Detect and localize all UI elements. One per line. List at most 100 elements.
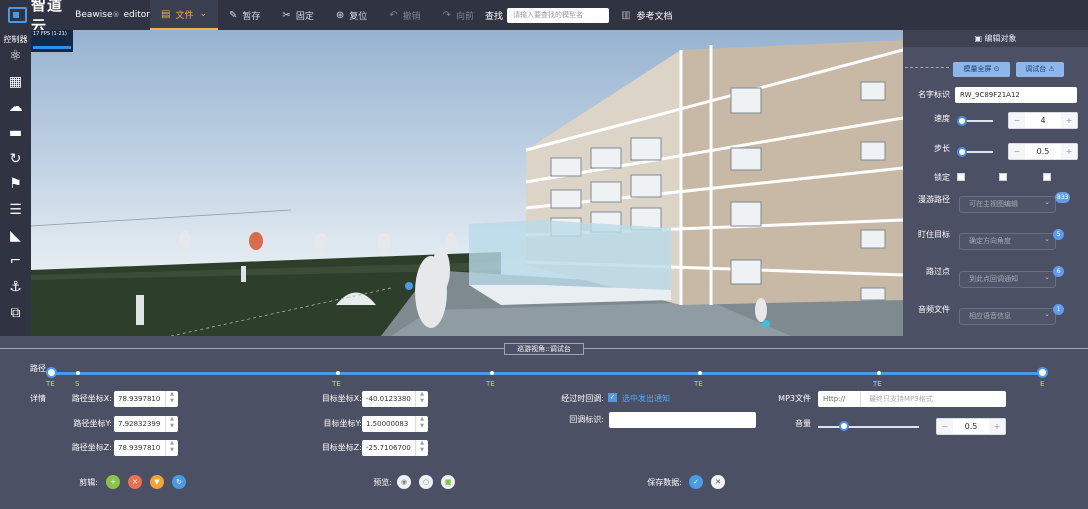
pen-icon: ✎ xyxy=(229,9,238,21)
weather-icon[interactable]: ☁ xyxy=(0,94,31,120)
debug-button[interactable]: 调试台 ⚠ xyxy=(1016,62,1064,77)
menu-redo[interactable]: ↷ 向前 xyxy=(432,0,485,30)
step-stepper[interactable]: − 0.5 + xyxy=(1008,143,1078,160)
atom-icon[interactable]: ⚛ xyxy=(0,43,31,69)
menu-undo[interactable]: ↶ 撤销 xyxy=(378,0,431,30)
menu-stash[interactable]: ✎ 暂存 xyxy=(218,0,271,30)
target-y-input[interactable]: 1.50000083 ▲ ▼ xyxy=(362,416,428,432)
path-select[interactable]: 可在主视图编辑 xyxy=(959,195,1056,213)
step-label: 步长 xyxy=(934,144,950,153)
car-icon[interactable]: ◣ xyxy=(0,223,31,249)
speed-slider-knob[interactable] xyxy=(957,116,967,126)
preview-stop-button[interactable]: ■ xyxy=(441,475,455,489)
waypoint-label: 路过点 xyxy=(926,267,950,276)
target-y-value: 1.50000083 xyxy=(366,420,409,428)
logo: 智道云 Beawise ® editor xyxy=(0,0,150,35)
checker-icon[interactable]: ▦ xyxy=(0,69,31,95)
plus-icon[interactable]: + xyxy=(1061,144,1077,159)
callback-checkbox[interactable]: ✓ xyxy=(608,393,617,402)
step-slider-knob[interactable] xyxy=(957,147,967,157)
anchor-icon[interactable]: ⚓ xyxy=(0,274,31,300)
stop-icon: ■ xyxy=(444,478,452,486)
target-label: 盯住目标 xyxy=(918,230,950,239)
speed-stepper[interactable]: − 4 + xyxy=(1008,112,1078,129)
spinner-icon[interactable]: ▲ ▼ xyxy=(415,440,428,456)
path-y-input[interactable]: 7.92832399 ▲ ▼ xyxy=(114,416,178,432)
spinner-icon[interactable]: ▲ ▼ xyxy=(165,416,178,432)
top-toolbar: 智道云 Beawise ® editor ▤ 文件 ⌄ ✎ 暂存 ✂ 固定 ⊛ 复位 ↶ 撤销… xyxy=(0,0,1088,35)
spinner-icon[interactable]: ▲ ▼ xyxy=(165,391,178,407)
mp3-prefix: Http:// xyxy=(823,391,861,407)
preview-back-button[interactable]: ◉ xyxy=(397,475,411,489)
add-point-button[interactable]: + xyxy=(106,475,120,489)
reset-icon: ⊛ xyxy=(335,9,345,21)
clapper-icon[interactable]: ▬ xyxy=(0,120,31,146)
volume-stepper[interactable]: − 0.5 + xyxy=(936,418,1006,435)
callback-id-input[interactable] xyxy=(609,412,756,428)
layers-icon[interactable]: ⧉ xyxy=(0,300,31,326)
name-field[interactable]: RW_9C89F21A12 xyxy=(955,87,1077,103)
preview-play-button[interactable]: ○ xyxy=(419,475,433,489)
plus-icon[interactable]: + xyxy=(1061,113,1077,128)
target-x-input[interactable]: -40.0123380 ▲ ▼ xyxy=(362,391,428,407)
track-start-node[interactable] xyxy=(46,367,57,378)
plus-icon[interactable]: + xyxy=(989,419,1005,434)
track-point[interactable] xyxy=(76,371,80,375)
track-end-node[interactable] xyxy=(1037,367,1048,378)
track-point[interactable] xyxy=(877,371,881,375)
mp3-input[interactable]: Http:// 最终只支持MP3格式 xyxy=(818,391,1006,407)
delete-point-button[interactable]: ✕ xyxy=(128,475,142,489)
volume-slider-knob[interactable] xyxy=(839,421,849,431)
spinner-icon[interactable]: ▲ ▼ xyxy=(165,440,178,456)
waypoint-select[interactable]: 到此点回调通知 xyxy=(959,270,1056,288)
path-label: 漫游路径 xyxy=(918,195,950,204)
volume-value: 0.5 xyxy=(964,422,978,431)
menu-fix[interactable]: ✂ 固定 xyxy=(271,0,324,30)
waypoint-badge: 6 xyxy=(1053,266,1064,277)
lock-checkbox-y[interactable] xyxy=(999,173,1007,181)
refresh-button[interactable]: ↻ xyxy=(172,475,186,489)
track-point[interactable] xyxy=(336,371,340,375)
chevron-down-icon: ⌄ xyxy=(199,9,208,19)
detail-label: 详情 xyxy=(30,394,46,403)
track-label: S xyxy=(75,380,80,388)
route-icon[interactable]: ⌐ xyxy=(0,249,31,275)
model-roam-button[interactable]: 模量全屏 ⊙ xyxy=(953,62,1010,77)
spinner-icon[interactable]: ▲ ▼ xyxy=(415,416,428,432)
minus-icon[interactable]: − xyxy=(1009,113,1025,128)
search-input[interactable]: 请输入要查找的模型名 xyxy=(507,7,610,23)
volume-slider[interactable] xyxy=(818,426,919,428)
path-track[interactable] xyxy=(51,372,1043,375)
menu-undo-label: 撤销 xyxy=(402,11,421,22)
minus-icon[interactable]: − xyxy=(1009,144,1025,159)
dot-icon: ◉ xyxy=(400,478,408,486)
target-z-input[interactable]: -25.7106700 ▲ ▼ xyxy=(362,440,428,456)
lock-checkbox-z[interactable] xyxy=(1043,173,1051,181)
docs-link[interactable]: 参考文档 xyxy=(637,9,673,22)
target-select[interactable]: 确定方向角度 xyxy=(959,232,1056,250)
menu-redo-label: 向前 xyxy=(456,11,475,22)
path-x-input[interactable]: 78.9397810 ▲ ▼ xyxy=(114,391,178,407)
rotate-icon[interactable]: ↻ xyxy=(0,146,31,172)
minus-icon[interactable]: − xyxy=(937,419,953,434)
target-x-label: 目标坐标X: xyxy=(321,394,362,403)
lock-checkbox-x[interactable] xyxy=(957,173,965,181)
document-icon[interactable]: ☰ xyxy=(0,197,31,223)
save-confirm-button[interactable]: ✓ xyxy=(689,475,703,489)
menu-file[interactable]: ▤ 文件 ⌄ xyxy=(150,0,219,30)
track-point[interactable] xyxy=(698,371,702,375)
track-label: E xyxy=(1040,380,1045,388)
file-icon: ▤ xyxy=(161,8,171,20)
audio-select[interactable]: 相应语音信息 xyxy=(959,307,1056,325)
menu-reset[interactable]: ⊛ 复位 xyxy=(325,0,378,30)
save-cancel-button[interactable]: ✕ xyxy=(711,475,725,489)
insert-point-button[interactable]: ▼ xyxy=(150,475,164,489)
logo-registered: ® xyxy=(112,11,120,19)
path-z-input[interactable]: 78.9397810 ▲ ▼ xyxy=(114,440,178,456)
track-point[interactable] xyxy=(490,371,494,375)
3d-viewport[interactable]: 17 FPS (1-21) xyxy=(31,30,903,336)
spinner-icon[interactable]: ▲ ▼ xyxy=(415,391,428,407)
search-label: 查找 xyxy=(485,11,504,22)
flag-icon[interactable]: ⚑ xyxy=(0,171,31,197)
path-z-label: 路径坐标Z: xyxy=(71,443,112,452)
